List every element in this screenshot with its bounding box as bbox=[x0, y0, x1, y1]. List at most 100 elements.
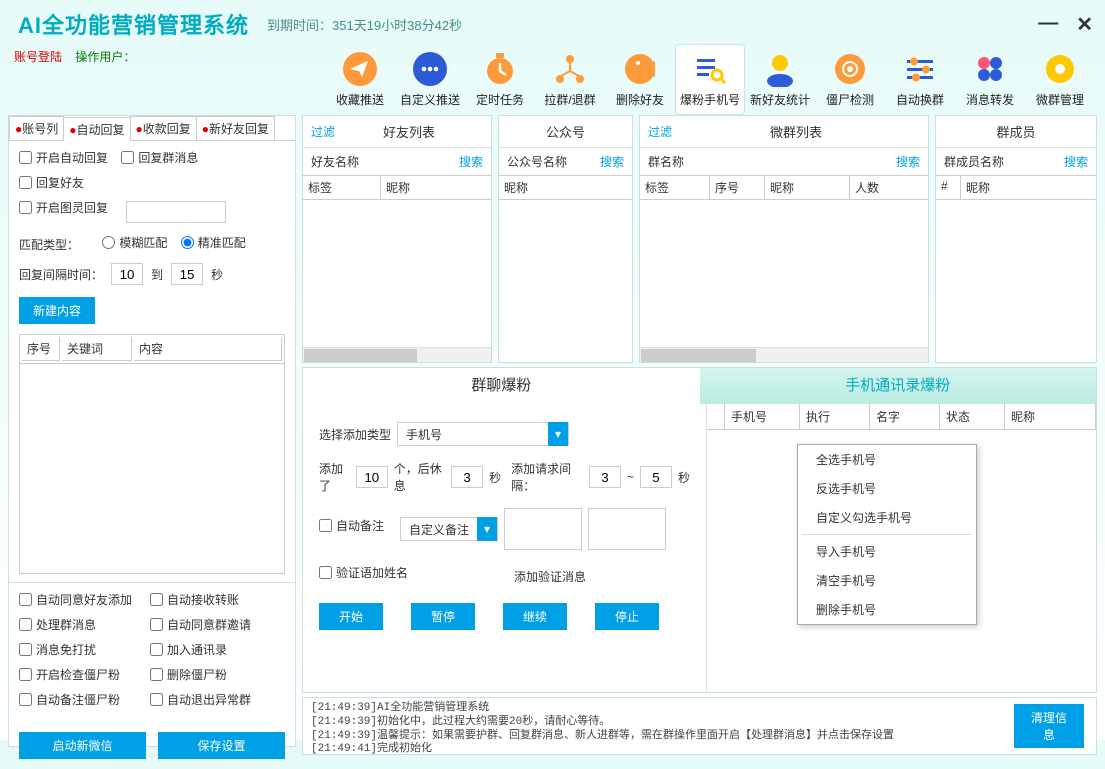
chevron-down-icon: ▾ bbox=[548, 422, 568, 446]
public-list-body[interactable] bbox=[499, 200, 632, 362]
tab-custom-push[interactable]: 自定义推送 bbox=[395, 44, 465, 115]
rest-seconds[interactable] bbox=[451, 466, 483, 488]
interval-to[interactable] bbox=[171, 263, 203, 285]
member-search[interactable]: 搜索 bbox=[1064, 153, 1088, 170]
tab-group-manage[interactable]: 拉群/退群 bbox=[535, 44, 605, 115]
menu-custom-select[interactable]: 自定义勾选手机号 bbox=[798, 503, 976, 532]
btn-new-content[interactable]: 新建内容 bbox=[19, 297, 95, 324]
remark-input-2[interactable] bbox=[588, 508, 666, 550]
chat-dots-icon bbox=[405, 49, 455, 89]
btn-start-wechat[interactable]: 启动新微信 bbox=[19, 732, 146, 759]
added-count[interactable] bbox=[356, 466, 388, 488]
friend-scrollbar[interactable] bbox=[303, 347, 491, 362]
menu-clear[interactable]: 清空手机号 bbox=[798, 566, 976, 595]
opt-auto-accept-group-invite[interactable]: 自动同意群邀请 bbox=[150, 616, 251, 633]
member-list-body[interactable] bbox=[936, 200, 1096, 362]
lowtab-phone-fans[interactable]: 手机通讯录爆粉 bbox=[700, 368, 1097, 404]
btn-pause[interactable]: 暂停 bbox=[411, 603, 475, 630]
list-search-icon bbox=[685, 49, 735, 89]
chk-tuling[interactable]: 开启图灵回复 bbox=[19, 199, 108, 216]
group-search[interactable]: 搜索 bbox=[896, 153, 920, 170]
tuling-input[interactable] bbox=[126, 201, 226, 223]
opt-dnd[interactable]: 消息免打扰 bbox=[19, 641, 96, 658]
group-filter[interactable]: 过滤 bbox=[648, 123, 672, 140]
opt-auto-accept-transfer[interactable]: 自动接收转账 bbox=[150, 591, 239, 608]
chk-auto-reply[interactable]: 开启自动回复 bbox=[19, 149, 108, 166]
opt-delete-zombie[interactable]: 删除僵尸粉 bbox=[150, 666, 227, 683]
radio-fuzzy[interactable]: 模糊匹配 bbox=[102, 234, 167, 251]
person-icon bbox=[755, 49, 805, 89]
account-login-label[interactable]: 账号登陆 bbox=[14, 50, 62, 64]
tab-favorite-push[interactable]: 收藏推送 bbox=[325, 44, 395, 115]
btn-continue[interactable]: 继续 bbox=[503, 603, 567, 630]
ltab-newfriend-reply[interactable]: ●新好友回复 bbox=[196, 116, 275, 140]
tab-phone-fans[interactable]: 爆粉手机号 bbox=[675, 44, 745, 115]
opt-auto-accept-friend[interactable]: 自动同意好友添加 bbox=[19, 591, 132, 608]
tab-scheduled[interactable]: 定时任务 bbox=[465, 44, 535, 115]
gear-icon bbox=[1035, 49, 1085, 89]
tab-msg-forward[interactable]: 消息转发 bbox=[955, 44, 1025, 115]
chk-verify-name[interactable]: 验证语加姓名 bbox=[319, 564, 408, 581]
group-scrollbar[interactable] bbox=[640, 347, 928, 362]
operator-label: 操作用户： bbox=[75, 50, 135, 64]
public-title: 公众号 bbox=[507, 122, 624, 141]
menu-import[interactable]: 导入手机号 bbox=[798, 537, 976, 566]
ltab-accounts[interactable]: ●账号列 bbox=[9, 116, 64, 140]
interval-from[interactable] bbox=[111, 263, 143, 285]
group-list-title: 微群列表 bbox=[672, 122, 920, 141]
sliders-icon bbox=[895, 49, 945, 89]
expiry-label: 到期时间：351天19小时38分42秒 bbox=[267, 15, 462, 34]
ltab-payment-reply[interactable]: ●收款回复 bbox=[130, 116, 197, 140]
minimize-button[interactable]: — bbox=[1038, 12, 1058, 37]
remark-input[interactable] bbox=[504, 508, 582, 550]
match-type-label: 匹配类型： bbox=[19, 238, 79, 252]
opt-check-zombie[interactable]: 开启检查僵尸粉 bbox=[19, 666, 120, 683]
tab-auto-switch-group[interactable]: 自动换群 bbox=[885, 44, 955, 115]
btn-stop[interactable]: 停止 bbox=[595, 603, 659, 630]
verify-msg-label: 添加验证消息 bbox=[514, 568, 586, 585]
opt-handle-group-msg[interactable]: 处理群消息 bbox=[19, 616, 96, 633]
tab-group-admin[interactable]: 微群管理 bbox=[1025, 44, 1095, 115]
public-search[interactable]: 搜索 bbox=[600, 153, 624, 170]
menu-invert-select[interactable]: 反选手机号 bbox=[798, 474, 976, 503]
network-icon bbox=[545, 49, 595, 89]
close-button[interactable]: ✕ bbox=[1076, 12, 1093, 37]
opt-add-contacts[interactable]: 加入通讯录 bbox=[150, 641, 227, 658]
opt-remark-zombie[interactable]: 自动备注僵尸粉 bbox=[19, 691, 120, 708]
ltab-auto-reply[interactable]: ●自动回复 bbox=[63, 117, 130, 141]
radio-exact[interactable]: 精准匹配 bbox=[181, 234, 246, 251]
member-title: 群成员 bbox=[944, 122, 1088, 141]
friend-list-body[interactable] bbox=[303, 200, 491, 362]
tab-delete-friend[interactable]: 删除好友 bbox=[605, 44, 675, 115]
paper-plane-icon bbox=[335, 49, 385, 89]
shield-gear-icon bbox=[825, 49, 875, 89]
menu-delete[interactable]: 删除手机号 bbox=[798, 595, 976, 624]
menu-select-all[interactable]: 全选手机号 bbox=[798, 445, 976, 474]
tab-new-friend-stats[interactable]: 新好友统计 bbox=[745, 44, 815, 115]
btn-clear-log[interactable]: 清理信息 bbox=[1014, 704, 1084, 748]
keyword-table: 序号 关键词 内容 bbox=[19, 334, 285, 364]
friend-search[interactable]: 搜索 bbox=[459, 153, 483, 170]
chk-reply-group[interactable]: 回复群消息 bbox=[121, 149, 198, 166]
phone-context-menu: 全选手机号 反选手机号 自定义勾选手机号 导入手机号 清空手机号 删除手机号 bbox=[797, 444, 977, 625]
req-to[interactable] bbox=[640, 466, 672, 488]
req-from[interactable] bbox=[589, 466, 621, 488]
opt-exit-abnormal-group[interactable]: 自动退出异常群 bbox=[150, 691, 251, 708]
group-list-body[interactable] bbox=[640, 200, 928, 362]
pacman-icon bbox=[615, 49, 665, 89]
btn-start[interactable]: 开始 bbox=[319, 603, 383, 630]
interval-label: 回复间隔时间： bbox=[19, 266, 103, 283]
chk-reply-friend[interactable]: 回复好友 bbox=[19, 174, 84, 191]
keyword-table-body[interactable] bbox=[19, 364, 285, 574]
select-remark[interactable]: 自定义备注▾ bbox=[400, 517, 498, 541]
lowtab-group-fans[interactable]: 群聊爆粉 bbox=[303, 368, 700, 404]
btn-save-settings[interactable]: 保存设置 bbox=[158, 732, 285, 759]
log-output: [21:49:39]AI全功能营销管理系统 [21:49:39]初始化中，此过程… bbox=[303, 698, 1002, 761]
friend-filter[interactable]: 过滤 bbox=[311, 123, 335, 140]
tab-zombie-detect[interactable]: 僵尸检测 bbox=[815, 44, 885, 115]
friend-list-title: 好友列表 bbox=[335, 122, 483, 141]
select-add-type[interactable]: 手机号▾ bbox=[397, 422, 569, 446]
apps-icon bbox=[965, 49, 1015, 89]
app-title: AI全功能营销管理系统 bbox=[18, 8, 249, 40]
chk-auto-remark[interactable]: 自动备注 bbox=[319, 517, 384, 534]
